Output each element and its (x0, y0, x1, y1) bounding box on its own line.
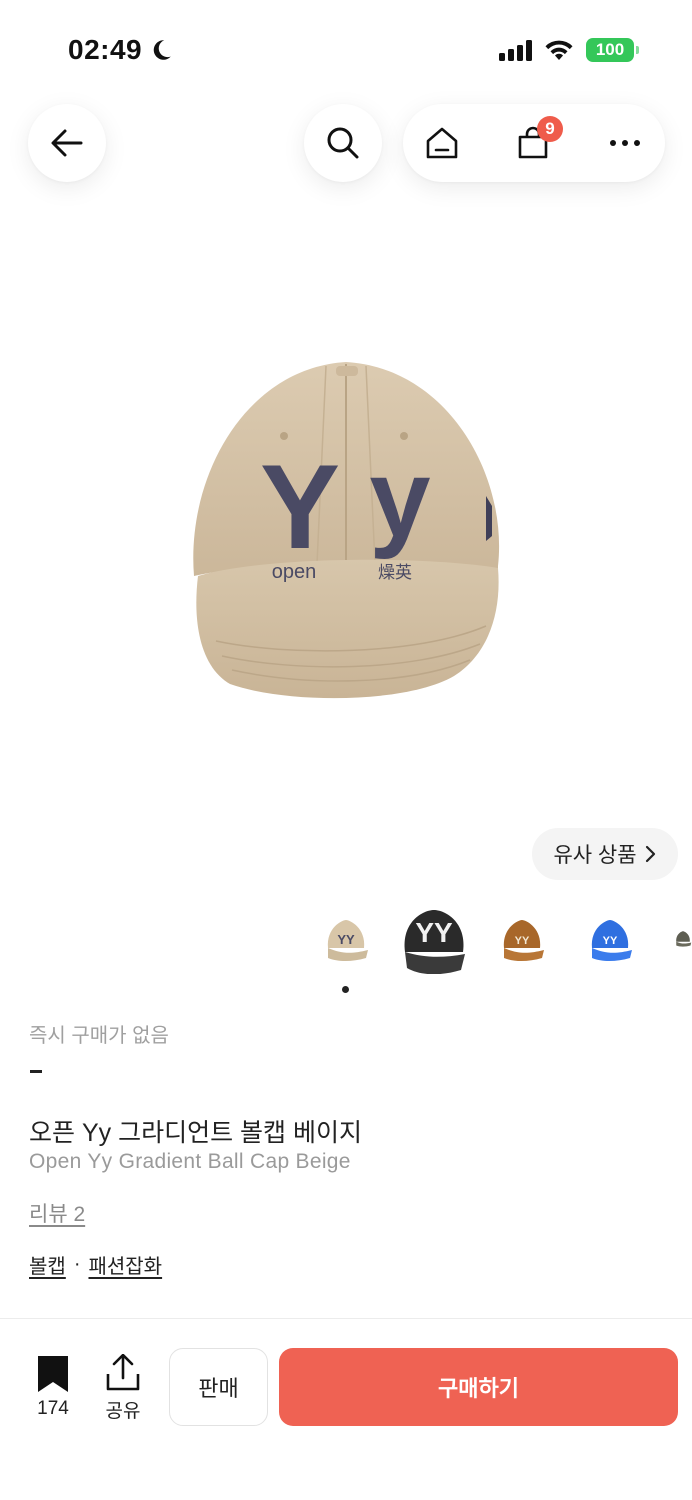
chevron-right-icon (645, 845, 655, 863)
status-bar: 02:49 100 (0, 0, 692, 100)
product-title-korean: 오픈 Yy 그라디언트 볼캡 베이지 (29, 1119, 362, 1147)
more-icon (610, 140, 640, 146)
thumbnail-image: YY (327, 920, 368, 961)
category-separator: · (73, 1253, 81, 1275)
similar-products-button[interactable]: 유사 상품 (532, 828, 678, 880)
thumbnail-beige[interactable]: YY (322, 912, 370, 964)
thumbnail-image: YY (404, 910, 465, 974)
availability-status: 즉시 구매가 없음 (29, 1025, 169, 1047)
thumbnail-image (676, 931, 692, 947)
more-button[interactable] (605, 123, 645, 163)
cap-letter-y-upper: Y (260, 440, 340, 574)
svg-text:YY: YY (337, 932, 355, 947)
share-icon (106, 1354, 140, 1391)
product-title-english: Open Yy Gradient Ball Cap Beige (29, 1150, 351, 1173)
home-button[interactable] (422, 123, 462, 163)
status-indicators: 100 (499, 38, 639, 62)
category-link-fashion-accessories[interactable]: 패션잡화 (88, 1250, 162, 1279)
page-indicator-dot (342, 986, 349, 993)
nav-actions-group (403, 104, 665, 182)
category-breadcrumb: 볼캡 · 패션잡화 (29, 1250, 162, 1279)
color-variant-thumbnails: YY YY YY YY (0, 902, 692, 976)
status-time: 02:49 (68, 34, 174, 66)
back-button[interactable] (28, 104, 106, 182)
thumbnail-brown[interactable]: YY (498, 912, 546, 964)
search-icon (327, 127, 359, 159)
similar-products-label: 유사 상품 (553, 844, 637, 867)
svg-text:YY: YY (603, 935, 618, 947)
cap-caption-cjk: 燥英 (378, 563, 412, 583)
thumbnail-blue[interactable]: YY (586, 912, 634, 964)
divider (0, 1318, 692, 1319)
share-button[interactable]: 공유 (100, 1354, 146, 1423)
battery-indicator: 100 (586, 38, 639, 62)
battery-level: 100 (595, 40, 625, 59)
share-label: 공유 (105, 1401, 141, 1422)
thumbnail-black[interactable]: YY (398, 902, 470, 976)
thumbnail-olive[interactable] (674, 912, 692, 964)
back-arrow-icon (51, 129, 83, 157)
cart-badge: 9 (537, 116, 563, 142)
product-image[interactable]: Y y open 燥英 (186, 356, 506, 706)
bookmark-icon (38, 1356, 68, 1392)
bookmark-button[interactable]: 174 (30, 1356, 76, 1420)
thumbnail-image: YY (503, 920, 544, 961)
price-value (30, 1070, 42, 1073)
buy-button[interactable]: 구매하기 (279, 1348, 678, 1426)
thumbnail-image: YY (591, 920, 632, 961)
bookmark-count: 174 (37, 1398, 69, 1419)
review-link[interactable]: 리뷰 2 (29, 1198, 85, 1228)
wifi-icon (545, 40, 573, 60)
sell-button[interactable]: 판매 (169, 1348, 268, 1426)
category-link-ballcap[interactable]: 볼캡 (29, 1250, 66, 1279)
time-label: 02:49 (68, 34, 143, 65)
home-icon (426, 127, 458, 159)
cap-caption-open: open (272, 561, 317, 583)
search-button[interactable] (304, 104, 382, 182)
svg-text:YY: YY (515, 935, 530, 947)
svg-text:YY: YY (415, 917, 453, 948)
cap-letter-y-lower: y (369, 437, 430, 560)
cellular-signal-icon (499, 39, 532, 61)
moon-icon (153, 40, 171, 60)
